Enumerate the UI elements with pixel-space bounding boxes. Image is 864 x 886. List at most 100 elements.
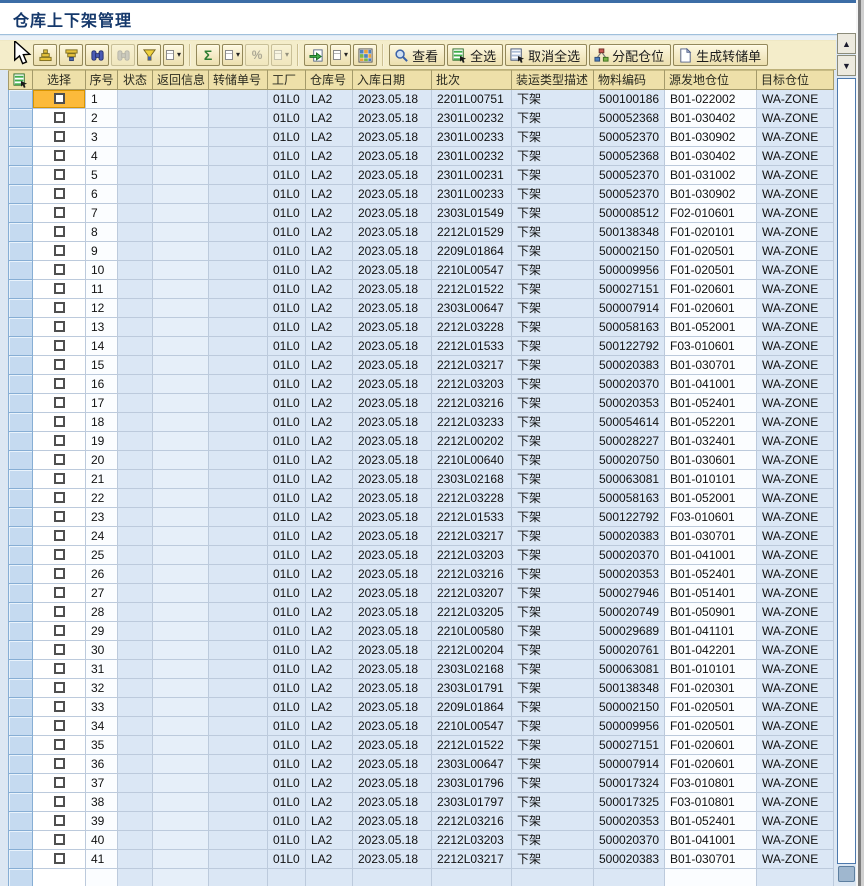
row-checkbox[interactable] — [54, 644, 65, 655]
row-checkbox[interactable] — [54, 739, 65, 750]
row-checkbox[interactable] — [54, 112, 65, 123]
col-header-shipping-type[interactable]: 装运类型描述 — [512, 71, 594, 90]
col-header-source-bin[interactable]: 源发地仓位 — [665, 71, 757, 90]
row-selector[interactable] — [9, 831, 33, 850]
row-selector[interactable] — [9, 717, 33, 736]
row-checkbox[interactable] — [54, 188, 65, 199]
find-next-button[interactable] — [111, 44, 135, 66]
row-selector[interactable] — [9, 679, 33, 698]
row-selector[interactable] — [9, 812, 33, 831]
row-checkbox[interactable] — [54, 321, 65, 332]
row-checkbox[interactable] — [54, 777, 65, 788]
row-selector[interactable] — [9, 109, 33, 128]
row-checkbox[interactable] — [54, 758, 65, 769]
row-selector[interactable] — [9, 755, 33, 774]
row-checkbox[interactable] — [54, 549, 65, 560]
scrollbar-bottom-button[interactable] — [838, 866, 855, 882]
row-selector[interactable] — [9, 299, 33, 318]
col-header-select[interactable]: 选择 — [33, 71, 86, 90]
export-dropdown-button[interactable]: ▾ — [330, 44, 351, 66]
row-selector[interactable] — [9, 242, 33, 261]
row-checkbox[interactable] — [54, 207, 65, 218]
row-selector[interactable] — [9, 280, 33, 299]
row-selector[interactable] — [9, 394, 33, 413]
row-selector[interactable] — [9, 793, 33, 812]
row-checkbox[interactable] — [54, 397, 65, 408]
row-selector[interactable] — [9, 318, 33, 337]
row-checkbox[interactable] — [54, 378, 65, 389]
row-checkbox[interactable] — [54, 625, 65, 636]
col-header-transfer-order-no[interactable]: 转储单号 — [209, 71, 268, 90]
row-checkbox[interactable] — [54, 264, 65, 275]
row-selector[interactable] — [9, 337, 33, 356]
row-selector[interactable] — [9, 508, 33, 527]
row-selector[interactable] — [9, 128, 33, 147]
row-selector[interactable] — [9, 185, 33, 204]
row-selector[interactable] — [9, 736, 33, 755]
row-selector[interactable] — [9, 432, 33, 451]
row-selector[interactable] — [9, 527, 33, 546]
export-button[interactable] — [304, 44, 328, 66]
sum-dropdown-button[interactable]: ▾ — [222, 44, 243, 66]
col-header-return-info[interactable]: 返回信息 — [153, 71, 209, 90]
row-selector[interactable] — [9, 489, 33, 508]
col-header-batch[interactable]: 批次 — [432, 71, 512, 90]
scroll-down-button[interactable]: ▼ — [837, 55, 856, 76]
percentage-button[interactable]: % — [245, 44, 269, 66]
row-checkbox[interactable] — [54, 663, 65, 674]
row-checkbox[interactable] — [54, 359, 65, 370]
grid-view-button[interactable] — [353, 44, 377, 66]
select-all-button[interactable]: 全选 — [447, 44, 503, 66]
row-checkbox[interactable] — [54, 492, 65, 503]
row-checkbox[interactable] — [54, 682, 65, 693]
row-checkbox[interactable] — [54, 416, 65, 427]
row-selector[interactable] — [9, 850, 33, 869]
filter-dropdown-button[interactable]: ▾ — [163, 44, 184, 66]
row-selector[interactable] — [9, 375, 33, 394]
col-header-seq[interactable]: 序号 — [86, 71, 118, 90]
row-selector[interactable] — [9, 147, 33, 166]
row-checkbox[interactable] — [54, 473, 65, 484]
row-checkbox[interactable] — [54, 226, 65, 237]
row-selector[interactable] — [9, 470, 33, 489]
row-selector[interactable] — [9, 166, 33, 185]
row-checkbox[interactable] — [54, 530, 65, 541]
row-selector[interactable] — [9, 565, 33, 584]
row-selector[interactable] — [9, 698, 33, 717]
row-checkbox[interactable] — [54, 169, 65, 180]
row-checkbox[interactable] — [54, 435, 65, 446]
row-selector[interactable] — [9, 603, 33, 622]
row-selector[interactable] — [9, 451, 33, 470]
col-header-receipt-date[interactable]: 入库日期 — [353, 71, 432, 90]
row-selector[interactable] — [9, 413, 33, 432]
row-checkbox[interactable] — [54, 93, 65, 104]
filter-button[interactable] — [137, 44, 161, 66]
row-checkbox[interactable] — [54, 131, 65, 142]
col-header-material-code[interactable]: 物料编码 — [594, 71, 665, 90]
row-checkbox[interactable] — [54, 511, 65, 522]
row-checkbox[interactable] — [54, 150, 65, 161]
deselect-all-button[interactable]: 取消全选 — [505, 44, 587, 66]
row-checkbox[interactable] — [54, 340, 65, 351]
row-checkbox[interactable] — [54, 796, 65, 807]
sort-ascending-button[interactable] — [33, 44, 57, 66]
view-button[interactable]: 查看 — [389, 44, 445, 66]
assign-bin-button[interactable]: 分配仓位 — [589, 44, 671, 66]
row-selector[interactable] — [9, 869, 33, 886]
row-checkbox[interactable] — [54, 815, 65, 826]
row-selector[interactable] — [9, 223, 33, 242]
row-checkbox[interactable] — [54, 834, 65, 845]
row-checkbox[interactable] — [54, 701, 65, 712]
row-checkbox[interactable] — [54, 302, 65, 313]
row-checkbox[interactable] — [54, 587, 65, 598]
row-selector[interactable] — [9, 356, 33, 375]
row-selector[interactable] — [9, 641, 33, 660]
row-checkbox[interactable] — [54, 245, 65, 256]
row-selector[interactable] — [9, 660, 33, 679]
row-checkbox[interactable] — [54, 853, 65, 864]
percentage-dropdown-button[interactable]: ▾ — [271, 44, 292, 66]
scroll-up-button[interactable]: ▲ — [837, 33, 856, 54]
row-selector[interactable] — [9, 622, 33, 641]
vertical-scrollbar-thumb[interactable] — [837, 78, 856, 864]
find-button[interactable] — [85, 44, 109, 66]
